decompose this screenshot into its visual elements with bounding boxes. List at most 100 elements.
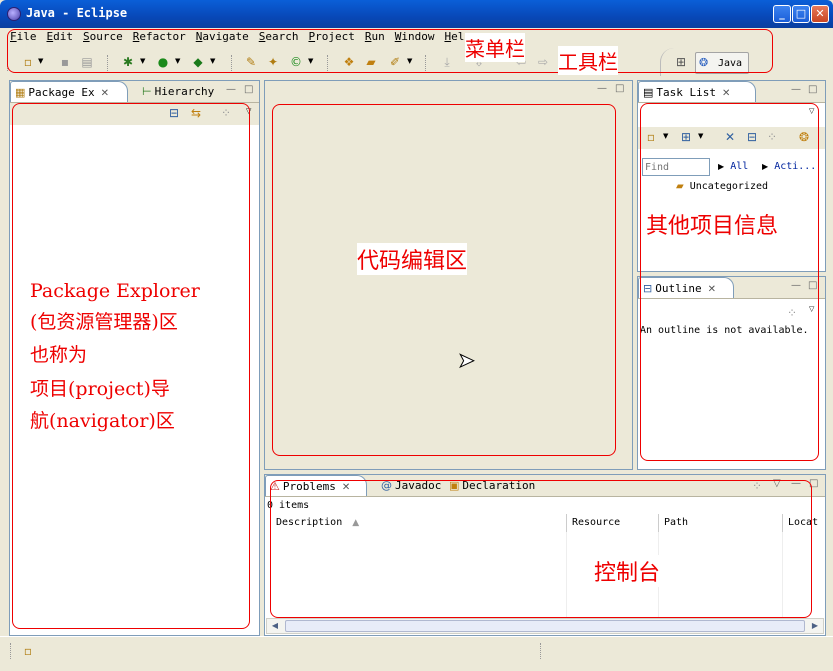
chevron-down-icon[interactable]: ▼ [407,57,412,65]
minimize-view-icon[interactable]: — [791,280,801,291]
focus-icon[interactable]: ⁘ [764,129,780,145]
toolbar-separator [425,55,427,71]
tab-outline[interactable]: ⊟ Outline ✕ [638,277,734,298]
new-class-icon[interactable]: ✦ [265,54,281,70]
scrollbar-thumb[interactable] [285,620,805,632]
column-description[interactable]: Description ▲ [271,514,567,532]
open-type-icon[interactable]: ❖ [341,54,357,70]
open-folder-icon[interactable]: ▰ [363,54,379,70]
link-editor-icon[interactable]: ⇆ [188,105,204,121]
chevron-down-icon[interactable]: ▼ [140,57,145,65]
chevron-down-icon[interactable]: ▽ [246,107,251,115]
filter-active-link[interactable]: ▶ Acti... [762,161,816,172]
open-perspective-icon[interactable]: ⊞ [676,55,686,69]
scroll-left-icon[interactable]: ◀ [267,619,283,633]
minimize-view-icon[interactable]: — [791,84,801,95]
scroll-right-icon[interactable]: ▶ [807,619,823,633]
synchronize-icon[interactable]: ❂ [796,129,812,145]
minimize-view-icon[interactable]: — [791,478,801,489]
categorized-icon[interactable]: ⊞ [678,129,694,145]
close-icon[interactable]: ✕ [708,284,716,295]
tab-label: Javadoc [395,479,442,492]
menu-navigate[interactable]: Navigate [191,30,254,46]
chevron-down-icon[interactable]: ▼ [308,57,313,65]
column-location[interactable]: Locat [783,514,825,532]
annotation-line: 航(navigator)区 [30,406,200,437]
maximize-view-icon[interactable]: □ [244,84,253,95]
annotation-line: 项目(project)导 [30,372,200,406]
annotation-others: 其他项目信息 [646,208,779,240]
search-tool-icon[interactable]: ✐ [387,54,403,70]
chevron-down-icon[interactable]: ▼ [38,57,43,65]
package-icon: ▦ [15,86,26,99]
menu-project[interactable]: Project [303,30,359,46]
close-icon[interactable]: ✕ [342,482,350,493]
menu-bar: File Edit Source Refactor Navigate Searc… [5,30,476,46]
tab-javadoc[interactable]: @ Javadoc [377,475,445,496]
menu-file[interactable]: File [5,30,42,46]
maximize-view-icon[interactable]: □ [808,280,817,291]
chevron-down-icon[interactable]: ▼ [210,57,215,65]
annotation-package-explorer: Package Explorer (包资源管理器)区 也称为 项目(projec… [30,276,200,437]
debug-icon[interactable]: ✱ [120,54,136,70]
tab-label: Package Ex [28,86,95,99]
menu-search[interactable]: Search [254,30,304,46]
javadoc-icon: @ [381,479,392,492]
problems-header: ⚠ Problems ✕ @ Javadoc ▣ Declaration ⁘ ▽ — □ [265,475,825,497]
save-icon[interactable]: ▪ [57,54,73,70]
minimize-button[interactable]: _ [773,5,791,23]
menu-run[interactable]: Run [360,30,390,46]
forward-icon[interactable]: ⇨ [535,54,551,70]
menu-edit[interactable]: Edit [42,30,79,46]
maximize-view-icon[interactable]: □ [808,84,817,95]
column-resource[interactable]: Resource [567,514,659,532]
chevron-down-icon[interactable]: ▼ [698,132,703,140]
close-icon[interactable]: ✕ [101,88,109,99]
triangle-icon: ▶ [718,162,725,171]
menu-window[interactable]: Window [390,30,440,46]
task-category-row[interactable]: ▰ Uncategorized [676,181,768,192]
print-icon[interactable]: ▤ [79,54,95,70]
tab-task-list[interactable]: ▤ Task List ✕ [638,81,756,102]
chevron-down-icon[interactable]: ▽ [809,107,814,115]
chevron-down-icon[interactable]: ▼ [175,57,180,65]
delete-task-icon[interactable]: ✕ [722,129,738,145]
maximize-editor-icon[interactable]: □ [615,83,624,94]
tab-problems[interactable]: ⚠ Problems ✕ [265,475,367,496]
new-package-icon[interactable]: ✎ [243,54,259,70]
maximize-view-icon[interactable]: □ [809,478,818,489]
minimize-editor-icon[interactable]: — [597,83,607,94]
chevron-down-icon[interactable]: ▼ [663,132,668,140]
horizontal-scrollbar[interactable]: ◀ ▶ [266,618,824,634]
last-edit-icon[interactable]: ⤓ [439,54,455,70]
collapse-tasks-icon[interactable]: ⊟ [744,129,760,145]
view-menu-icon[interactable]: ⁘ [218,105,234,121]
java-perspective-button[interactable]: ❂ Java [695,52,749,74]
view-menu-icon[interactable]: ⁘ [749,478,765,494]
task-find-input[interactable] [642,158,710,176]
tab-hierarchy[interactable]: ⊢ Hierarchy [138,81,218,102]
external-tools-icon[interactable]: ◆ [190,54,206,70]
close-icon[interactable]: ✕ [722,88,730,99]
new-interface-icon[interactable]: © [288,54,304,70]
column-divider [782,532,783,617]
run-icon[interactable]: ● [155,54,171,70]
collapse-all-icon[interactable]: ⊟ [166,105,182,121]
fast-view-icon[interactable]: ▫ [20,643,36,659]
new-file-icon[interactable]: ▫ [20,54,36,70]
menu-source[interactable]: Source [78,30,128,46]
view-menu-icon[interactable]: ⁘ [784,305,800,321]
new-task-icon[interactable]: ▫ [643,129,659,145]
editor-area[interactable]: — □ [264,80,633,470]
tab-label: Hierarchy [154,85,215,98]
column-path[interactable]: Path [659,514,783,532]
chevron-down-icon[interactable]: ▽ [773,478,781,489]
minimize-view-icon[interactable]: — [226,84,236,95]
tab-declaration[interactable]: ▣ Declaration [445,475,539,496]
filter-all-link[interactable]: ▶ All [718,161,748,172]
menu-refactor[interactable]: Refactor [128,30,191,46]
tab-package-explorer[interactable]: ▦ Package Ex ✕ [10,81,128,102]
close-button[interactable]: ✕ [811,5,829,23]
maximize-button[interactable]: □ [792,5,810,23]
chevron-down-icon[interactable]: ▽ [809,305,814,313]
